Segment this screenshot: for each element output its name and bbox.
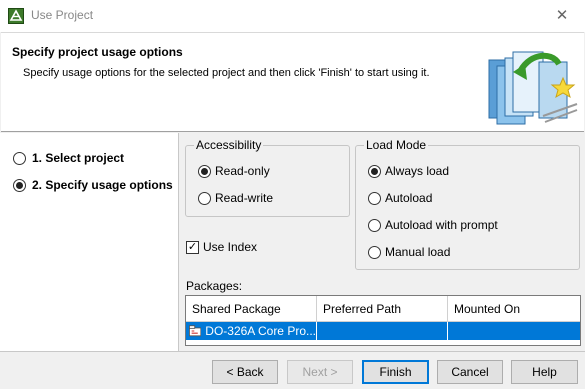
use-index-label: Use Index [203,240,258,254]
use-index-option[interactable]: ✓ Use Index [186,240,257,254]
use-index-checkbox[interactable]: ✓ [186,240,199,254]
package-icon [189,325,202,337]
shared-package-name: DO-326A Core Pro... [205,324,316,338]
column-header-shared-package[interactable]: Shared Package [186,296,317,322]
autoload-with-prompt-radio[interactable] [368,218,381,232]
title-bar: Use Project ✕ [0,0,585,32]
always-load-option[interactable]: Always load [368,164,449,178]
autoload-label: Autoload [385,191,433,205]
read-write-label: Read-write [215,191,274,205]
read-only-radio[interactable] [198,164,211,178]
always-load-radio[interactable] [368,164,381,178]
finish-button[interactable]: Finish [362,360,429,384]
step-1-radio[interactable] [13,151,26,165]
cell-preferred-path[interactable] [317,322,448,340]
back-button[interactable]: < Back [212,360,278,384]
window-title: Use Project [31,8,94,22]
packages-table: Shared Package Preferred Path Mounted On… [185,295,581,346]
close-icon[interactable]: ✕ [548,2,576,30]
help-button[interactable]: Help [511,360,578,384]
step-1-label: 1. Select project [32,151,125,165]
steps-panel: 1. Select project 2. Specify usage optio… [0,133,179,351]
button-bar: < Back Next > Finish Cancel Help [0,351,585,389]
table-row[interactable]: DO-326A Core Pro... [186,322,580,340]
packages-table-header: Shared Package Preferred Path Mounted On [186,296,580,322]
use-project-illustration-icon [488,51,578,125]
cancel-button[interactable]: Cancel [437,360,503,384]
read-only-option[interactable]: Read-only [198,164,270,178]
app-icon [8,8,24,24]
autoload-with-prompt-label: Autoload with prompt [385,218,498,232]
autoload-radio[interactable] [368,191,381,205]
autoload-with-prompt-option[interactable]: Autoload with prompt [368,218,498,232]
accessibility-legend: Accessibility [194,138,264,152]
header-description: Specify usage options for the selected p… [23,67,430,79]
step-select-project[interactable]: 1. Select project [13,151,124,165]
accessibility-group: Accessibility Read-only Read-write [185,138,350,217]
read-write-radio[interactable] [198,191,211,205]
packages-label: Packages: [186,279,243,293]
autoload-option[interactable]: Autoload [368,191,432,205]
manual-load-radio[interactable] [368,245,381,259]
column-header-mounted-on[interactable]: Mounted On [448,296,580,322]
read-write-option[interactable]: Read-write [198,191,273,205]
column-header-preferred-path[interactable]: Preferred Path [317,296,448,322]
next-button[interactable]: Next > [287,360,353,384]
manual-load-label: Manual load [385,245,451,259]
always-load-label: Always load [385,164,450,178]
cell-shared-package[interactable]: DO-326A Core Pro... [186,322,317,340]
step-2-radio[interactable] [13,178,26,192]
load-mode-group: Load Mode Always load Autoload Autoload … [355,138,580,270]
read-only-label: Read-only [215,164,270,178]
wizard-header: Specify project usage options Specify us… [1,32,584,132]
step-2-label: 2. Specify usage options [32,178,173,192]
load-mode-legend: Load Mode [364,138,429,152]
cell-mounted-on[interactable] [448,322,580,340]
manual-load-option[interactable]: Manual load [368,245,450,259]
header-title: Specify project usage options [12,45,183,59]
step-specify-usage-options[interactable]: 2. Specify usage options [13,178,173,192]
